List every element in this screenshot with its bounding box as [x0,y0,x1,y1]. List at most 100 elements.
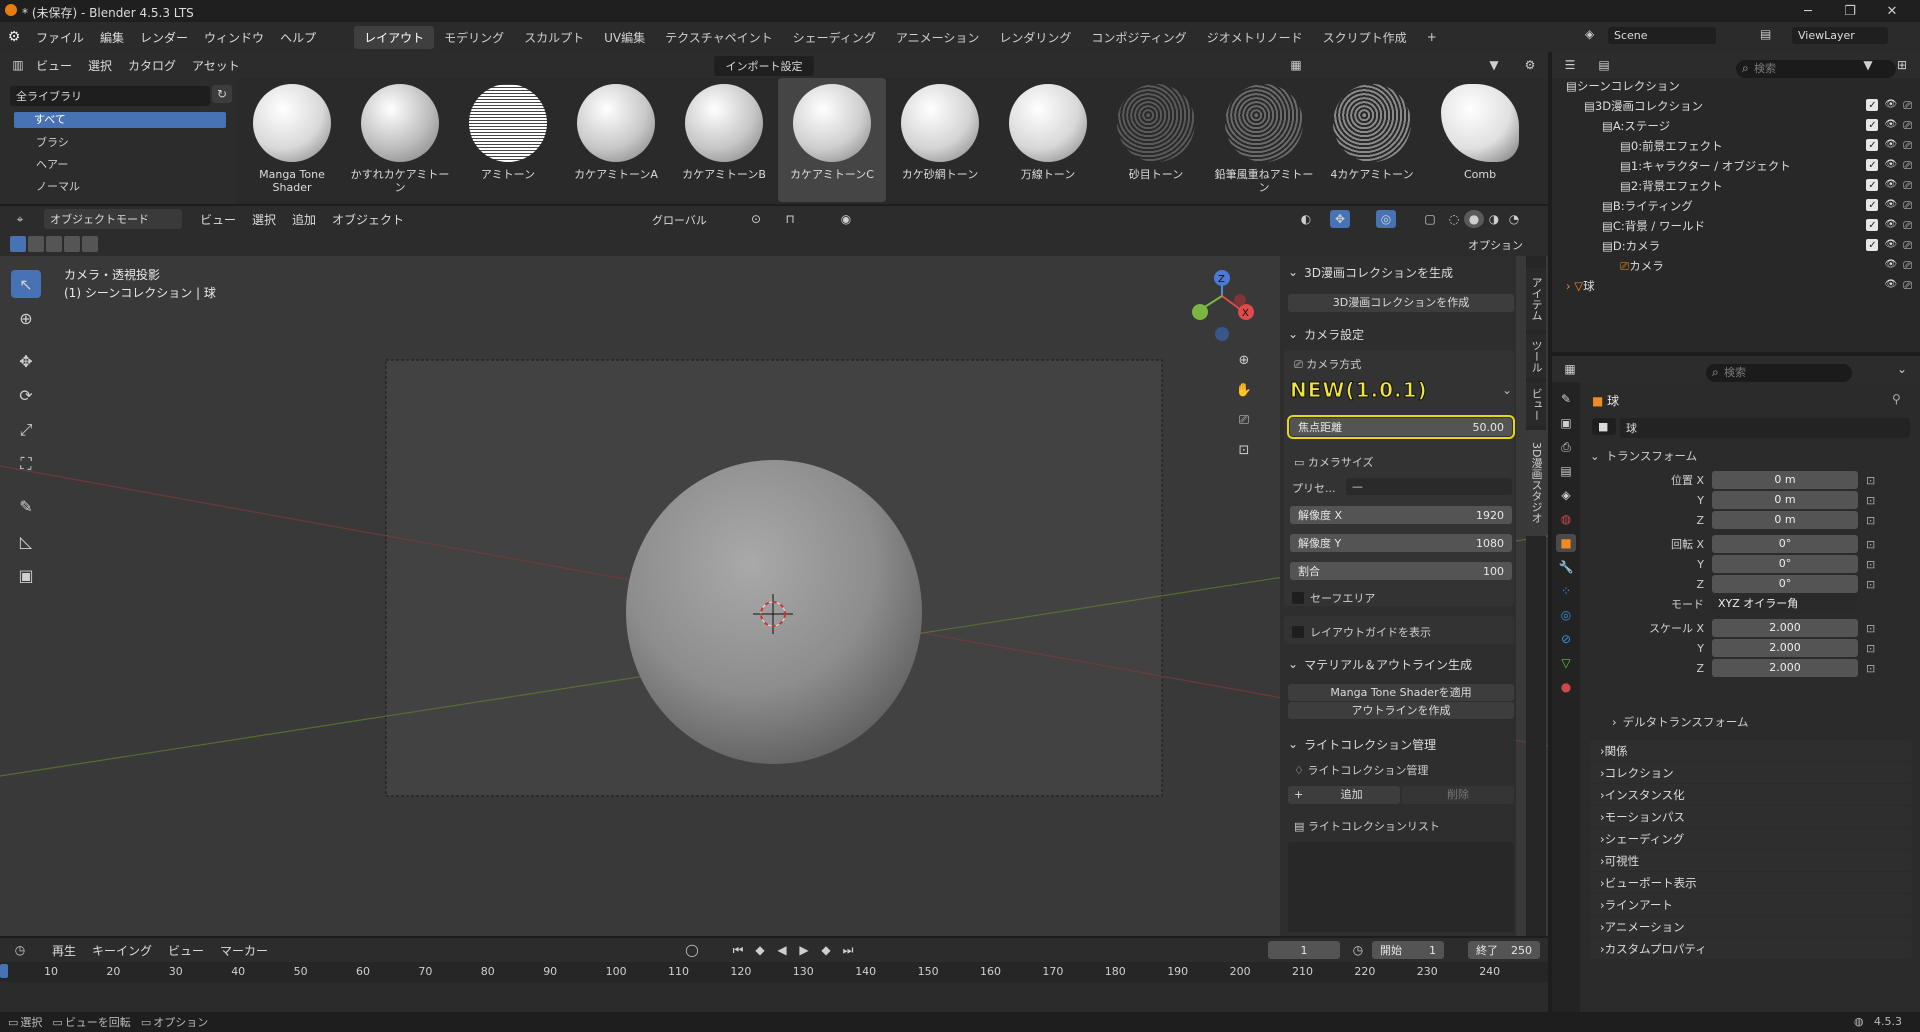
material-shading-icon[interactable]: ◑ [1484,210,1504,228]
outliner-row[interactable]: › ▽ 球 👁 ⎚ [1552,276,1920,296]
eye-icon[interactable]: 👁 [1884,219,1897,233]
properties-editor-icon[interactable]: ▦ [1560,360,1580,378]
scene-tab-icon[interactable]: ◈ [1556,486,1576,504]
exclude-checkbox[interactable]: ✓ [1866,159,1879,171]
viewlayer-selector[interactable]: ViewLayer [1792,27,1888,44]
material-tab-icon[interactable]: ● [1556,678,1576,696]
render-camera-icon[interactable]: ⎚ [1903,239,1912,253]
asset-tile[interactable]: かすれカケアミトーン [346,78,454,202]
exclude-checkbox[interactable]: ✓ [1866,179,1879,191]
exclude-checkbox[interactable]: ✓ [1866,139,1879,151]
render-camera-icon[interactable]: ⎚ [1903,199,1912,213]
tab-sculpt[interactable]: スカルプト [514,26,594,49]
property-section[interactable]: › 関係 [1590,740,1912,761]
pivot-icon[interactable]: ⊙ [746,210,766,228]
viewport-menu-select[interactable]: 選択 [244,211,284,228]
eye-icon[interactable]: 👁 [1884,259,1897,273]
viewport-menu-add[interactable]: 追加 [284,211,324,228]
render-camera-icon[interactable]: ⎚ [1903,99,1912,113]
add-light-button[interactable]: + 追加 [1288,786,1400,804]
add-workspace-icon[interactable]: + [1417,27,1447,47]
property-value-field[interactable]: 0 m [1712,511,1858,529]
focal-length-field[interactable]: 焦点距離 50.00 [1287,415,1515,439]
exclude-checkbox[interactable]: ✓ [1866,239,1879,251]
property-section[interactable]: › ラインアート [1590,894,1912,915]
menu-window[interactable]: ウィンドウ [196,29,272,46]
outliner-row[interactable]: ▤ C:背景 / ワールド ✓ 👁 ⎚ [1552,216,1920,236]
lock-icon[interactable]: ⊡ [1232,438,1256,462]
annotate-icon[interactable]: ✎ [11,493,41,521]
ratio-field[interactable]: 割合 100 [1290,562,1512,580]
property-section[interactable]: › シェーディング [1590,828,1912,849]
lock-icon[interactable]: ⊡ [1866,662,1875,675]
render-camera-icon[interactable]: ⎚ [1903,139,1912,153]
property-value-field[interactable]: 2.000 [1712,639,1858,657]
property-value-field[interactable]: XYZ オイラー角 [1712,595,1858,613]
transform-orientation[interactable]: グローバル [646,210,734,230]
select-subtract-icon[interactable] [46,236,62,252]
eye-icon[interactable]: 👁 [1884,99,1897,113]
property-section[interactable]: › インスタンス化 [1590,784,1912,805]
next-keyframe-icon[interactable]: ◆ [816,941,836,959]
pin-icon[interactable]: ⚲ [1892,392,1901,406]
select-intersect-icon[interactable] [82,236,98,252]
gizmo-icon[interactable]: ✥ [1330,210,1350,228]
data-tab-icon[interactable]: ▽ [1556,654,1576,672]
camera-view-icon[interactable]: ⎚ [1232,408,1256,432]
overlay-icon[interactable]: ◎ [1376,210,1396,228]
property-value-field[interactable]: 2.000 [1712,619,1858,637]
tab-shading[interactable]: シェーディング [783,26,886,49]
object-type-icon[interactable]: ■ [1592,418,1616,435]
outliner-row[interactable]: ▤ シーンコレクション [1552,76,1920,96]
render-camera-icon[interactable]: ⎚ [1903,159,1912,173]
eye-icon[interactable]: 👁 [1884,279,1897,293]
render-camera-icon[interactable]: ⎚ [1903,179,1912,193]
render-tab-icon[interactable]: ▣ [1556,414,1576,432]
chevron-down-icon[interactable]: ⌄ [1892,360,1912,378]
xray-icon[interactable]: ▢ [1420,210,1440,228]
select-mode-icons[interactable] [10,236,98,252]
lock-icon[interactable]: ⊡ [1866,494,1875,507]
exclude-checkbox[interactable]: ✓ [1866,99,1879,111]
pan-hand-icon[interactable]: ✋ [1232,378,1256,402]
maximize-icon[interactable]: ❐ [1830,0,1870,22]
jump-end-icon[interactable]: ⏭ [838,941,858,959]
transform-section-header[interactable]: ⌄ トランスフォーム [1590,444,1912,468]
property-value-field[interactable]: 2.000 [1712,659,1858,677]
record-icon[interactable]: ◯ [682,941,702,959]
tab-view[interactable]: ビュー [1526,382,1546,426]
constraints-tab-icon[interactable]: ⊘ [1556,630,1576,648]
proportional-icon[interactable]: ◉ [836,210,856,228]
eye-icon[interactable]: 👁 [1884,119,1897,133]
exclude-checkbox[interactable]: ✓ [1866,199,1879,211]
options-dropdown[interactable]: オプション [1462,235,1529,255]
gizmo-negz-icon[interactable] [1215,327,1229,341]
viewport-editor-icon[interactable]: ⌖ [10,210,30,228]
menu-edit[interactable]: 編集 [92,29,132,46]
remove-light-button[interactable]: 削除 [1402,786,1514,804]
minimize-icon[interactable]: ─ [1788,0,1828,22]
asset-tile[interactable]: カケアミトーンA [562,78,670,202]
lock-icon[interactable]: ⊡ [1866,642,1875,655]
play-icon[interactable]: ▶ [794,941,814,959]
outliner-row[interactable]: ▤ B:ライティング ✓ 👁 ⎚ [1552,196,1920,216]
light-collection-list[interactable] [1288,842,1514,932]
end-frame-field[interactable]: 終了 250 [1468,941,1540,959]
rotate-icon[interactable]: ⟳ [11,381,41,409]
property-value-field[interactable]: 0 m [1712,491,1858,509]
outliner-row[interactable]: ▤ 1:キャラクター / オブジェクト ✓ 👁 ⎚ [1552,156,1920,176]
snap-icon[interactable]: ⊓ [780,210,800,228]
tab-item[interactable]: アイテム [1526,268,1546,330]
object-tab-icon[interactable]: ■ [1556,534,1576,552]
eye-icon[interactable]: 👁 [1884,139,1897,153]
mode-selector[interactable]: オブジェクトモード [44,209,182,229]
section-camera-settings[interactable]: ⌄ カメラ設定 [1280,322,1516,346]
asset-tile[interactable]: アミトーン [454,78,562,202]
lock-icon[interactable]: ⊡ [1866,622,1875,635]
asset-menu-catalog[interactable]: カタログ [120,57,184,74]
property-value-field[interactable]: 0° [1712,555,1858,573]
world-tab-icon[interactable]: ◍ [1556,510,1576,528]
camera-type-dropdown[interactable]: NEW(1.0.1) ⌄ [1290,378,1512,403]
viewport-menu-view[interactable]: ビュー [192,211,244,228]
tab-compositing[interactable]: コンポジティング [1081,26,1196,49]
